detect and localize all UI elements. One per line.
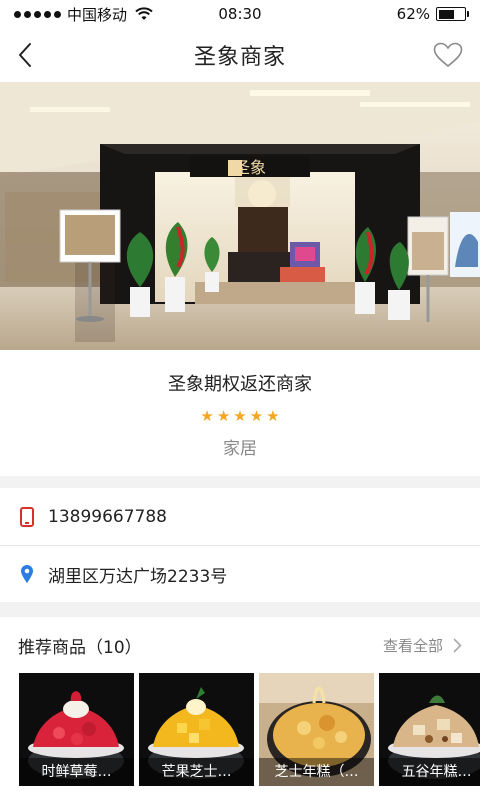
- merchant-info: 圣象期权返还商家 ★ ★ ★ ★ ★ 家居: [0, 350, 480, 476]
- status-bar: 中国移动 08:30 62%: [0, 0, 480, 28]
- view-all-button[interactable]: 查看全部: [383, 635, 462, 656]
- nav-bar: 圣象商家: [0, 28, 480, 82]
- view-all-label: 查看全部: [382, 636, 443, 655]
- product-list: 时鲜草莓… 芒果芝士… 芝士年糕（… 五谷年糕…: [0, 673, 480, 786]
- product-name: 芒果芝士…: [139, 758, 254, 786]
- product-card[interactable]: 时鲜草莓…: [19, 673, 134, 786]
- address-text: 湖里区万达广场2233号: [48, 566, 228, 587]
- chevron-left-icon: [19, 43, 31, 67]
- page-title: 圣象商家: [193, 45, 286, 70]
- product-card[interactable]: 五谷年糕…: [379, 673, 480, 786]
- heart-outline-icon: [433, 42, 463, 68]
- product-name: 时鲜草莓…: [19, 758, 134, 786]
- recommended-products: 推荐商品（10） 查看全部 时鲜草莓… 芒果芝士… 芝士年糕（… 五谷年糕…: [0, 617, 480, 800]
- rating-stars: ★ ★ ★ ★ ★: [0, 408, 480, 424]
- phone-number: 13899667788: [48, 506, 167, 527]
- star-icon: ★: [266, 407, 280, 425]
- favorite-button[interactable]: [432, 40, 464, 70]
- product-name: 芝士年糕（…: [259, 758, 374, 786]
- recommended-title: 推荐商品（10）: [18, 637, 142, 658]
- battery-level: [438, 9, 454, 19]
- chevron-right-icon: [453, 638, 462, 652]
- product-card[interactable]: 芒果芝士…: [139, 673, 254, 786]
- signal-strength-icon: [14, 10, 61, 18]
- carrier-name: 中国移动: [67, 5, 128, 24]
- merchant-category: 家居: [223, 439, 257, 459]
- store-hero-image: 圣象: [0, 82, 480, 350]
- star-icon: ★: [216, 407, 231, 425]
- battery-icon: [436, 7, 469, 21]
- contact-section: 13899667788 湖里区万达广场2233号: [0, 488, 480, 602]
- address-row[interactable]: 湖里区万达广场2233号: [0, 545, 480, 602]
- phone-row[interactable]: 13899667788: [0, 488, 480, 545]
- recommended-header: 推荐商品（10） 查看全部: [0, 617, 480, 673]
- battery-percent: 62%: [396, 5, 430, 23]
- star-icon: ★: [200, 407, 214, 425]
- product-card[interactable]: 芝士年糕（…: [259, 673, 374, 786]
- location-pin-icon: [21, 565, 33, 583]
- wifi-icon: [135, 7, 153, 20]
- store-front-photo: 圣象: [0, 82, 480, 350]
- star-icon: ★: [233, 407, 247, 425]
- back-button[interactable]: [10, 40, 40, 70]
- phone-icon: [20, 506, 34, 527]
- star-icon: ★: [249, 407, 264, 425]
- product-name: 五谷年糕…: [379, 758, 480, 786]
- merchant-name: 圣象期权返还商家: [168, 374, 312, 395]
